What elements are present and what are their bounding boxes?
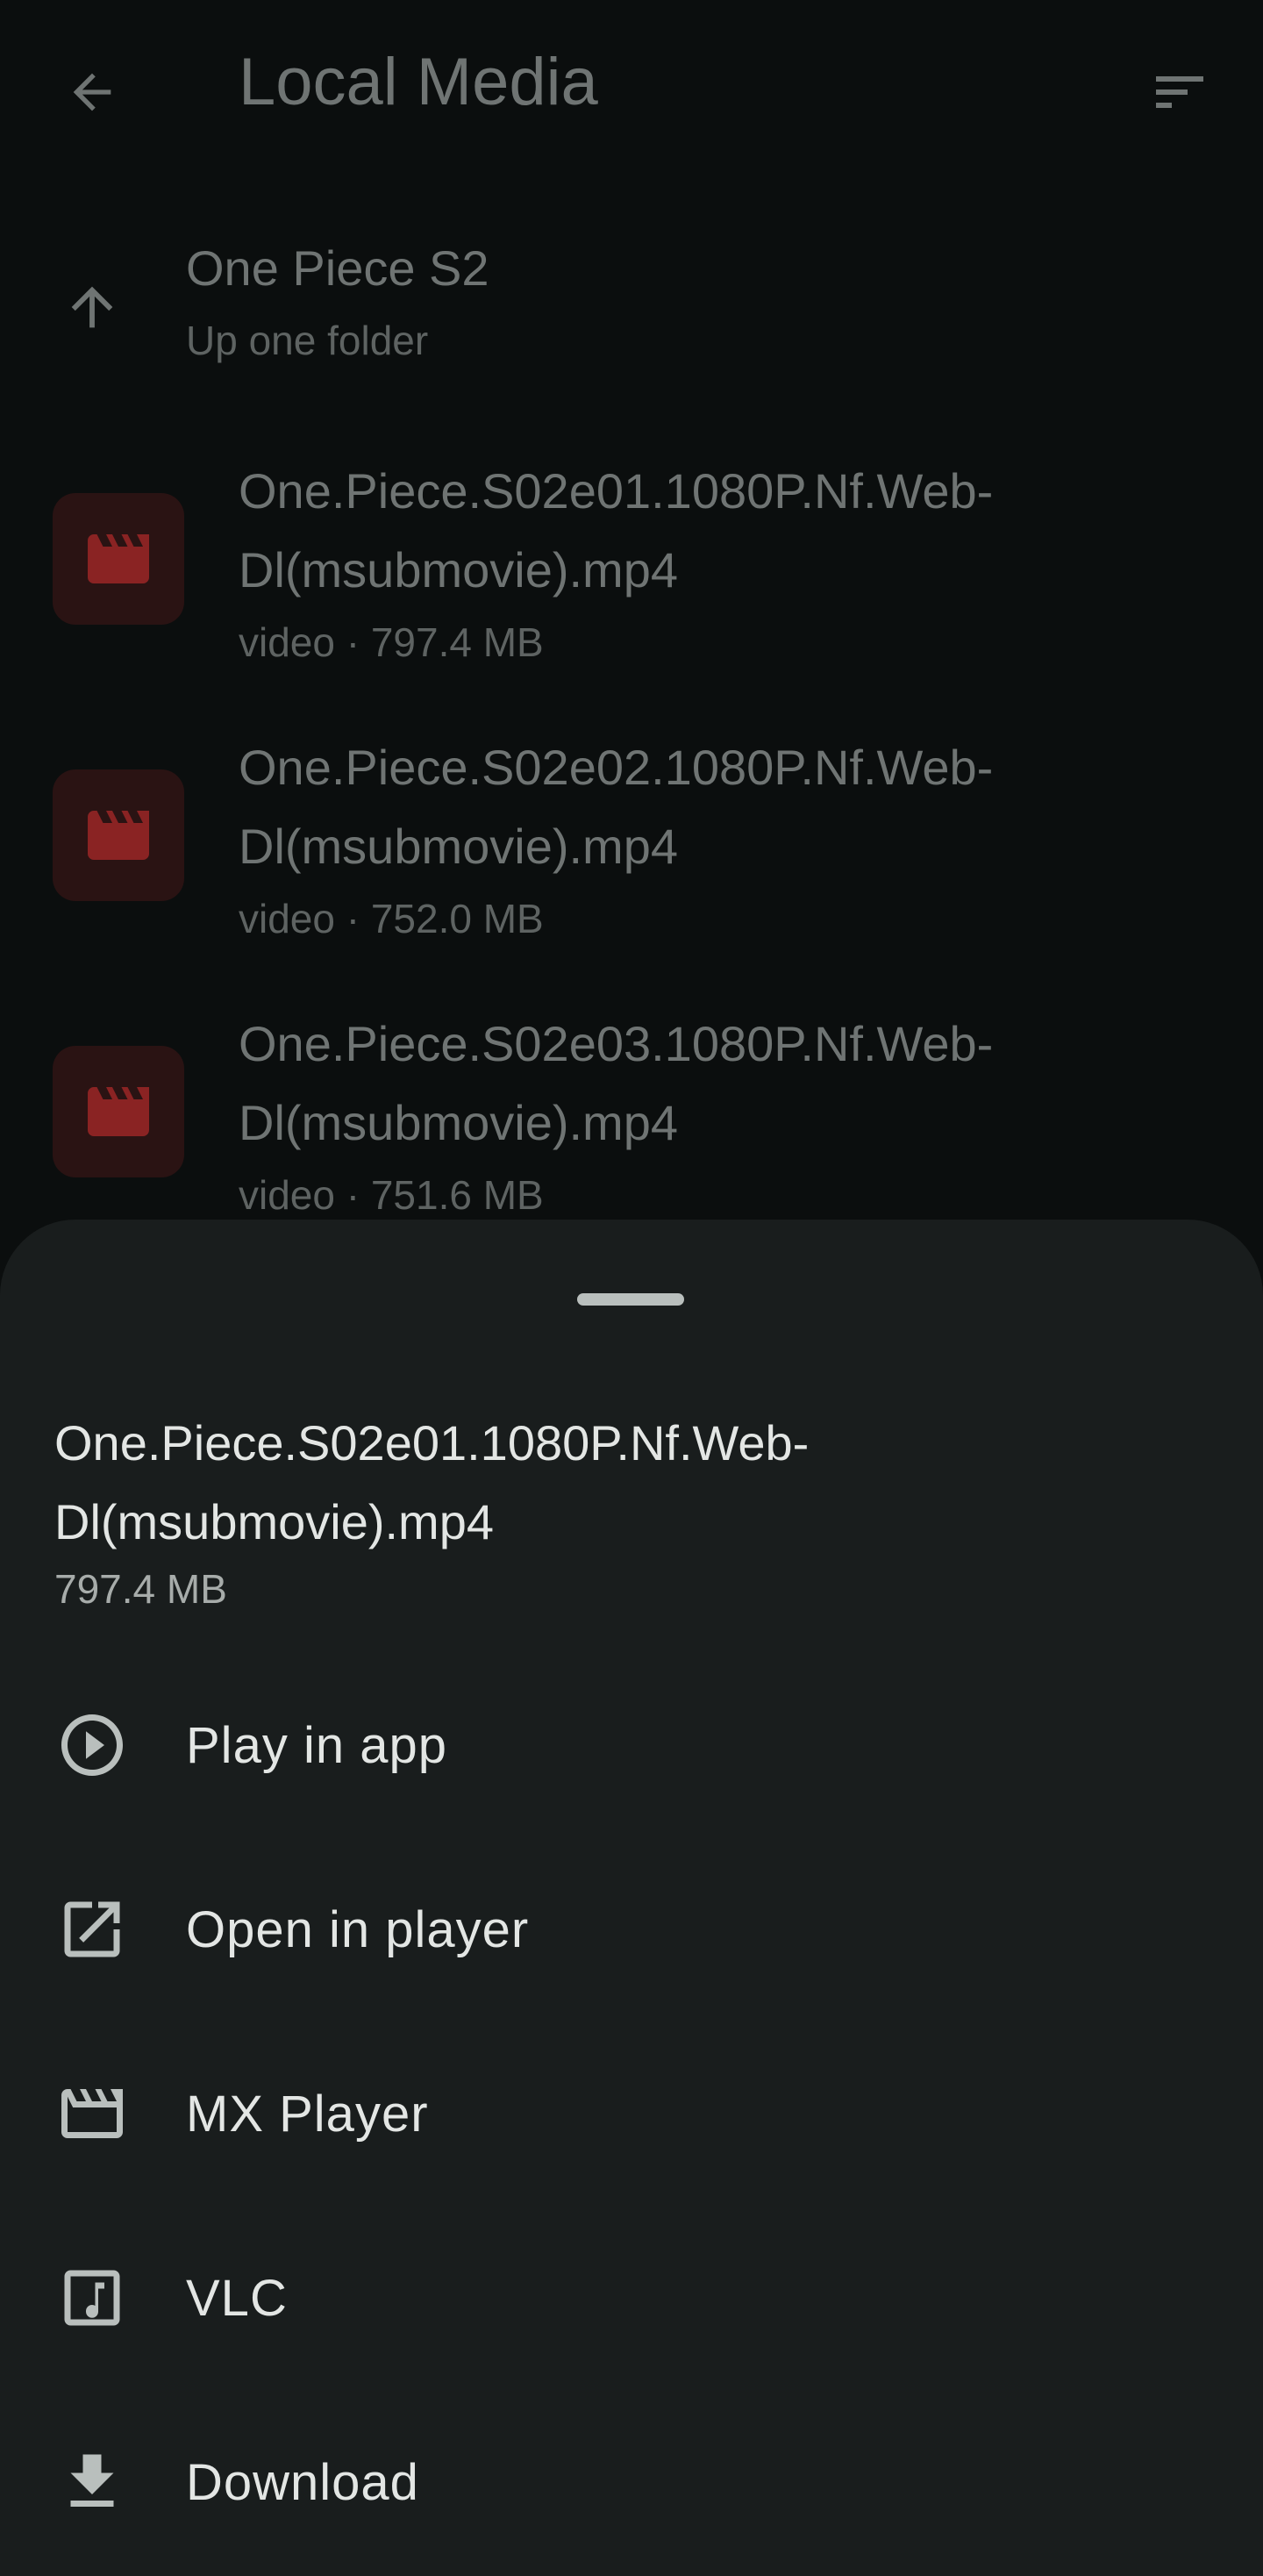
music-note-icon [51,2257,133,2339]
file-name: One.Piece.S02e03.1080P.Nf.Web-Dl(msubmov… [239,1016,994,1150]
clapperboard-icon [51,2072,133,2155]
file-meta: video · 752.0 MB [239,896,544,941]
movie-icon [88,1087,149,1136]
action-label: MX Player [186,2085,429,2143]
sort-icon [1156,76,1203,108]
video-thumbnail [53,769,184,901]
download-button[interactable]: Download [0,2390,1263,2574]
download-icon [51,2441,133,2523]
up-one-folder-row[interactable]: One Piece S2 Up one folder [0,224,1263,382]
parent-folder-name: One Piece S2 [186,240,489,296]
action-label: Download [186,2453,419,2511]
video-thumbnail [53,493,184,625]
page-title: Local Media [239,45,598,119]
action-label: Open in player [186,1900,530,1958]
video-thumbnail [53,1046,184,1177]
file-list-item[interactable]: One.Piece.S02e01.1080P.Nf.Web-Dl(msubmov… [0,452,1263,715]
drag-handle[interactable] [577,1293,684,1306]
vlc-button[interactable]: VLC [0,2206,1263,2390]
arrow-back-icon [73,73,111,111]
file-meta: video · 797.4 MB [239,619,544,665]
sort-button[interactable] [1140,53,1219,132]
play-in-app-button[interactable]: Play in app [0,1653,1263,1837]
arrow-up-icon [53,268,132,347]
file-list-item[interactable]: One.Piece.S02e02.1080P.Nf.Web-Dl(msubmov… [0,728,1263,991]
file-name: One.Piece.S02e02.1080P.Nf.Web-Dl(msubmov… [239,740,994,874]
movie-icon [88,811,149,860]
file-meta: video · 751.6 MB [239,1172,544,1218]
action-label: Play in app [186,1716,447,1774]
sheet-file-size: 797.4 MB [54,1566,227,1612]
file-actions-bottom-sheet: One.Piece.S02e01.1080P.Nf.Web-Dl(msubmov… [0,1220,1263,2576]
sheet-file-name: One.Piece.S02e01.1080P.Nf.Web-Dl(msubmov… [54,1415,810,1549]
back-button[interactable] [53,53,132,132]
file-name: One.Piece.S02e01.1080P.Nf.Web-Dl(msubmov… [239,463,994,597]
open-in-player-button[interactable]: Open in player [0,1837,1263,2021]
open-external-icon [51,1888,133,1971]
action-label: VLC [186,2269,288,2327]
parent-folder-subtitle: Up one folder [186,318,429,363]
movie-icon [88,534,149,583]
mx-player-button[interactable]: MX Player [0,2021,1263,2206]
top-app-bar: Local Media [0,0,1263,184]
play-circle-icon [51,1704,133,1786]
